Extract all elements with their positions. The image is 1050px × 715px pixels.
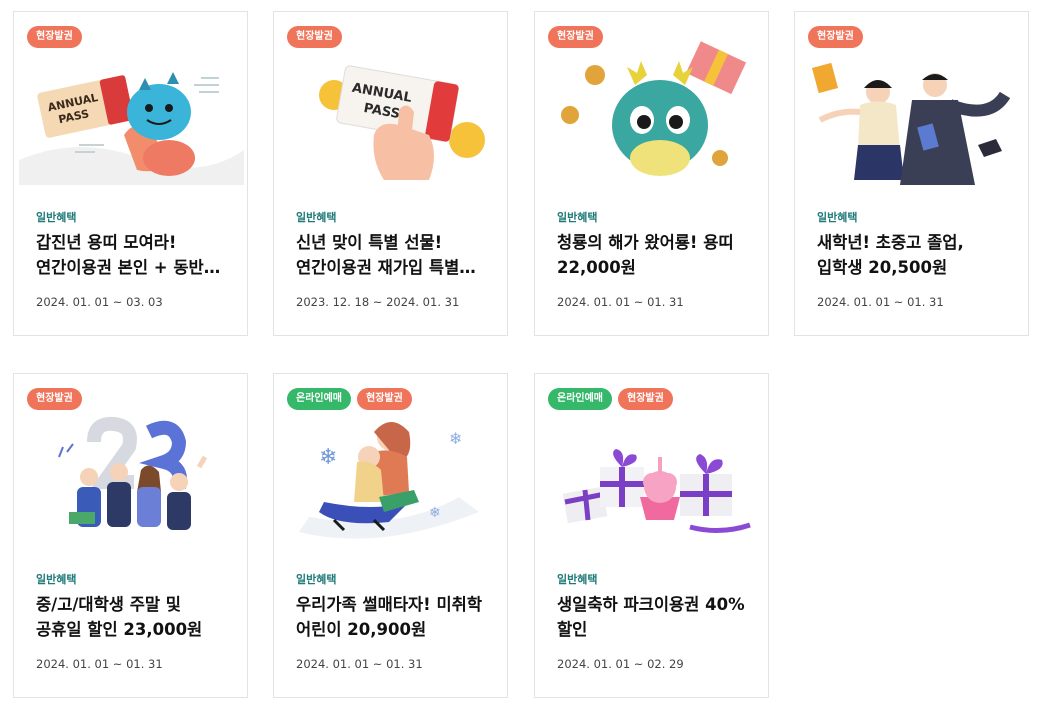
card-category: 일반혜택 <box>557 211 598 224</box>
card-illustration: ANNUAL PASS <box>279 40 504 185</box>
event-card-7[interactable]: 온라인예매 현장발권 일반혜택 생일축하 파크이용권 40%할인 2024. 0… <box>534 373 769 698</box>
event-card-4[interactable]: 현장발권 일반혜택 새학년! 초중고 졸업, 입학생 20,500원 2024.… <box>794 11 1029 336</box>
card-date: 2024. 01. 01 ~ 01. 31 <box>817 295 944 309</box>
badge-group: 온라인예매 현장발권 <box>548 388 673 410</box>
card-category: 일반혜택 <box>557 573 598 586</box>
card-title[interactable]: 새학년! 초중고 졸업, 입학생 20,500원 <box>817 230 1012 280</box>
card-category: 일반혜택 <box>817 211 858 224</box>
svg-text:❄: ❄ <box>449 429 462 448</box>
card-title[interactable]: 중/고/대학생 주말 및 공휴일 할인 23,000원 <box>36 592 231 642</box>
card-date: 2023. 12. 18 ~ 2024. 01. 31 <box>296 295 460 309</box>
event-card-5[interactable]: 현장발권 일반혜택 중/고/대학생 주말 및 공휴일 할인 23,000원 20… <box>13 373 248 698</box>
card-category: 일반혜택 <box>36 211 77 224</box>
event-card-2[interactable]: 현장발권 ANNUAL PASS 일반혜택 신년 맞이 특별 선물! 연간이용권… <box>273 11 508 336</box>
event-card-1[interactable]: 현장발권 ANNUAL PASS 일반혜택 갑진년 용띠 모여라! 연간이용권 … <box>13 11 248 336</box>
card-category: 일반혜택 <box>36 573 77 586</box>
badge-onsite: 현장발권 <box>357 388 412 410</box>
badge-onsite: 현장발권 <box>548 26 603 48</box>
card-illustration <box>800 40 1025 185</box>
badge-group: 현장발권 <box>548 26 603 48</box>
card-title[interactable]: 우리가족 썰매타자! 미취학 어린이 20,900원 <box>296 592 491 642</box>
card-date: 2024. 01. 01 ~ 02. 29 <box>557 657 684 671</box>
badge-onsite: 현장발권 <box>808 26 863 48</box>
event-card-3[interactable]: 현장발권 일반혜택 청룡의 해가 왔어룡! 용띠 22,000원 2024. 0… <box>534 11 769 336</box>
card-date: 2024. 01. 01 ~ 01. 31 <box>296 657 423 671</box>
svg-text:❄: ❄ <box>319 445 337 470</box>
badge-online: 온라인예매 <box>548 388 612 410</box>
badge-group: 현장발권 <box>27 388 82 410</box>
card-illustration <box>540 402 765 547</box>
card-illustration: ❄ ❄ ❄ <box>279 402 504 547</box>
badge-onsite: 현장발권 <box>287 26 342 48</box>
badge-onsite: 현장발권 <box>27 26 82 48</box>
badge-group: 현장발권 <box>287 26 342 48</box>
card-title[interactable]: 신년 맞이 특별 선물! 연간이용권 재가입 특별 할인 <box>296 230 491 280</box>
card-title[interactable]: 생일축하 파크이용권 40%할인 <box>557 592 752 642</box>
card-illustration <box>19 402 244 547</box>
event-card-6[interactable]: 온라인예매 현장발권 ❄ ❄ ❄ 일반혜택 우리가족 썰매타자! 미취학 어린이… <box>273 373 508 698</box>
badge-onsite: 현장발권 <box>27 388 82 410</box>
card-title[interactable]: 청룡의 해가 왔어룡! 용띠 22,000원 <box>557 230 752 280</box>
svg-text:❄: ❄ <box>429 505 441 521</box>
card-category: 일반혜택 <box>296 211 337 224</box>
card-category: 일반혜택 <box>296 573 337 586</box>
card-illustration: ANNUAL PASS <box>19 40 244 185</box>
card-date: 2024. 01. 01 ~ 03. 03 <box>36 295 163 309</box>
badge-group: 현장발권 <box>27 26 82 48</box>
card-date: 2024. 01. 01 ~ 01. 31 <box>36 657 163 671</box>
badge-online: 온라인예매 <box>287 388 351 410</box>
badge-onsite: 현장발권 <box>618 388 673 410</box>
badge-group: 현장발권 <box>808 26 863 48</box>
card-date: 2024. 01. 01 ~ 01. 31 <box>557 295 684 309</box>
card-title[interactable]: 갑진년 용띠 모여라! 연간이용권 본인 + 동반자 할인 <box>36 230 231 280</box>
badge-group: 온라인예매 현장발권 <box>287 388 412 410</box>
card-illustration <box>540 40 765 185</box>
